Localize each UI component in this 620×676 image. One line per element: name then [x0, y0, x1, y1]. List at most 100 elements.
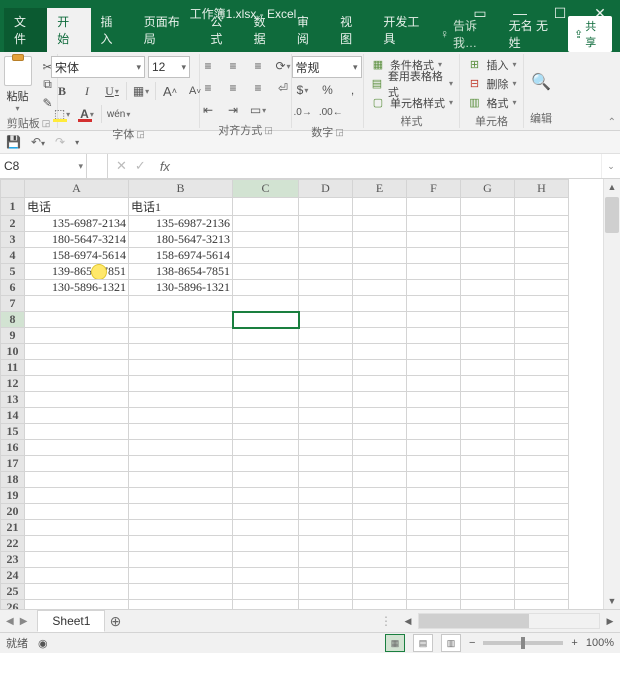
cell-G15[interactable] [461, 424, 515, 440]
account-user[interactable]: 无名 无姓 [509, 17, 558, 51]
cell-H10[interactable] [515, 344, 569, 360]
cell-D3[interactable] [299, 232, 353, 248]
cell-G9[interactable] [461, 328, 515, 344]
tab-home[interactable]: 开始 [47, 8, 90, 52]
bold-button[interactable]: B [51, 81, 73, 101]
cell-H21[interactable] [515, 520, 569, 536]
phonetic-button[interactable]: wén▾ [105, 104, 132, 124]
cell-C5[interactable] [233, 264, 299, 280]
col-header-E[interactable]: E [353, 180, 407, 198]
cell-F5[interactable] [407, 264, 461, 280]
name-box[interactable]: C8▾ [0, 154, 87, 178]
cell-D4[interactable] [299, 248, 353, 264]
cell-A18[interactable] [25, 472, 129, 488]
cell-C16[interactable] [233, 440, 299, 456]
select-all-corner[interactable] [1, 180, 25, 198]
cell-B3[interactable]: 180-5647-3213 [129, 232, 233, 248]
cell-A1[interactable]: 电话 [25, 198, 129, 216]
cell-F24[interactable] [407, 568, 461, 584]
cell-D11[interactable] [299, 360, 353, 376]
normal-view-button[interactable]: ▦ [385, 634, 405, 652]
cell-B6[interactable]: 130-5896-1321 [129, 280, 233, 296]
increase-font-button[interactable]: A˄ [159, 81, 181, 101]
row-header-14[interactable]: 14 [1, 408, 25, 424]
cell-B11[interactable] [129, 360, 233, 376]
cell-E26[interactable] [353, 600, 407, 611]
tab-file[interactable]: 文件 [4, 8, 47, 52]
cell-A4[interactable]: 158-6974-5614 [25, 248, 129, 264]
cell-E13[interactable] [353, 392, 407, 408]
cell-H7[interactable] [515, 296, 569, 312]
cell-F9[interactable] [407, 328, 461, 344]
scroll-down-arrow-icon[interactable]: ▼ [604, 593, 620, 609]
cell-H24[interactable] [515, 568, 569, 584]
row-header-24[interactable]: 24 [1, 568, 25, 584]
cell-H1[interactable] [515, 198, 569, 216]
vscroll-thumb[interactable] [605, 197, 619, 233]
vertical-scrollbar[interactable]: ▲ ▼ [603, 179, 620, 609]
cell-D25[interactable] [299, 584, 353, 600]
cell-C14[interactable] [233, 408, 299, 424]
cell-A7[interactable] [25, 296, 129, 312]
row-header-15[interactable]: 15 [1, 424, 25, 440]
col-header-C[interactable]: C [233, 180, 299, 198]
cell-G2[interactable] [461, 216, 515, 232]
cell-G24[interactable] [461, 568, 515, 584]
cell-E20[interactable] [353, 504, 407, 520]
cell-C7[interactable] [233, 296, 299, 312]
cell-F1[interactable] [407, 198, 461, 216]
cell-A20[interactable] [25, 504, 129, 520]
cell-G18[interactable] [461, 472, 515, 488]
row-header-9[interactable]: 9 [1, 328, 25, 344]
cell-E21[interactable] [353, 520, 407, 536]
cell-B21[interactable] [129, 520, 233, 536]
cell-E7[interactable] [353, 296, 407, 312]
cell-styles-button[interactable]: ▢单元格样式▾ [368, 94, 455, 111]
col-header-G[interactable]: G [461, 180, 515, 198]
cell-D21[interactable] [299, 520, 353, 536]
cell-E17[interactable] [353, 456, 407, 472]
underline-button[interactable]: U▾ [101, 81, 123, 101]
cell-D9[interactable] [299, 328, 353, 344]
decrease-decimal-button[interactable]: .00← [317, 102, 345, 122]
cell-H11[interactable] [515, 360, 569, 376]
cell-G4[interactable] [461, 248, 515, 264]
cell-E3[interactable] [353, 232, 407, 248]
cell-B18[interactable] [129, 472, 233, 488]
cell-E4[interactable] [353, 248, 407, 264]
cell-C24[interactable] [233, 568, 299, 584]
cell-C13[interactable] [233, 392, 299, 408]
cell-F21[interactable] [407, 520, 461, 536]
cell-B25[interactable] [129, 584, 233, 600]
cell-C6[interactable] [233, 280, 299, 296]
cell-B9[interactable] [129, 328, 233, 344]
cell-D6[interactable] [299, 280, 353, 296]
cell-C15[interactable] [233, 424, 299, 440]
decrease-indent-button[interactable]: ⇤ [197, 100, 219, 120]
cell-G21[interactable] [461, 520, 515, 536]
new-sheet-button[interactable]: ⊕ [105, 613, 125, 630]
align-bottom-button[interactable]: ≡ [247, 56, 269, 76]
cell-H26[interactable] [515, 600, 569, 611]
cell-B16[interactable] [129, 440, 233, 456]
row-header-4[interactable]: 4 [1, 248, 25, 264]
cell-C4[interactable] [233, 248, 299, 264]
cell-E14[interactable] [353, 408, 407, 424]
cell-E16[interactable] [353, 440, 407, 456]
cell-G19[interactable] [461, 488, 515, 504]
cell-C12[interactable] [233, 376, 299, 392]
cell-F25[interactable] [407, 584, 461, 600]
row-header-1[interactable]: 1 [1, 198, 25, 216]
accounting-format-button[interactable]: $▾ [292, 80, 314, 100]
cell-G25[interactable] [461, 584, 515, 600]
cancel-formula-icon[interactable]: ✕ [116, 158, 127, 174]
cell-A9[interactable] [25, 328, 129, 344]
cell-C25[interactable] [233, 584, 299, 600]
cell-D7[interactable] [299, 296, 353, 312]
cell-F14[interactable] [407, 408, 461, 424]
enter-formula-icon[interactable]: ✓ [135, 158, 146, 174]
cell-H14[interactable] [515, 408, 569, 424]
row-header-17[interactable]: 17 [1, 456, 25, 472]
cell-D22[interactable] [299, 536, 353, 552]
tab-review[interactable]: 审阅 [287, 8, 330, 52]
